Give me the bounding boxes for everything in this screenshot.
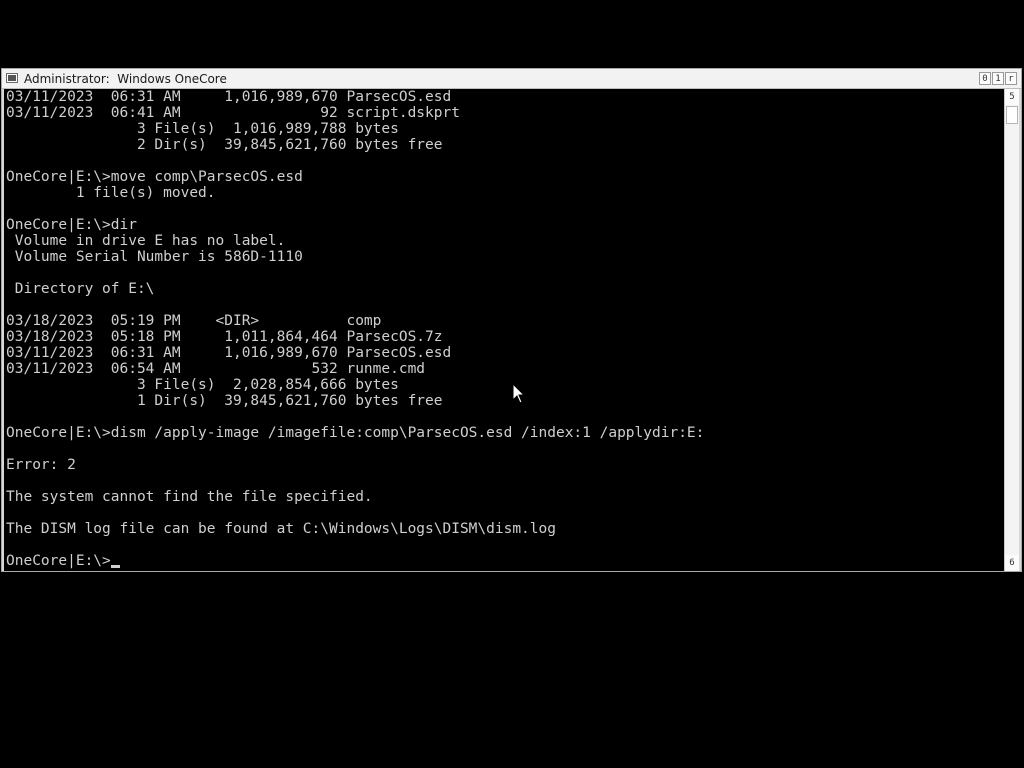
console-line: Directory of E:\ <box>6 281 155 297</box>
console-line: Volume in drive E has no label. <box>6 233 286 249</box>
scroll-thumb[interactable] <box>1006 106 1018 124</box>
console-line: 03/11/2023 06:54 AM 532 runme.cmd <box>6 361 426 377</box>
console-line: 1 file(s) moved. <box>6 185 216 201</box>
console-line: The system cannot find the file specifie… <box>6 489 373 505</box>
close-button[interactable]: r <box>1005 72 1017 85</box>
window-title: Administrator: Windows OneCore <box>24 72 227 86</box>
console-line: 03/11/2023 06:31 AM 1,016,989,670 Parsec… <box>6 345 452 361</box>
console-line: 03/18/2023 05:19 PM <DIR> comp <box>6 313 382 329</box>
console-line: OneCore|E:\>dir <box>6 217 137 233</box>
console-line: OneCore|E:\>move comp\ParsecOS.esd <box>6 169 303 185</box>
minimize-button[interactable]: 0 <box>979 72 991 85</box>
text-cursor <box>110 565 120 568</box>
console-window: Administrator: Windows OneCore 0 1 r 03/… <box>1 68 1022 572</box>
console-line: The DISM log file can be found at C:\Win… <box>6 521 556 537</box>
console-line: 2 Dir(s) 39,845,621,760 bytes free <box>6 137 443 153</box>
mouse-pointer-icon <box>512 383 526 404</box>
maximize-button[interactable]: 1 <box>992 72 1004 85</box>
scroll-up-button[interactable]: 5 <box>1005 89 1019 105</box>
scroll-down-button[interactable]: 6 <box>1005 555 1019 571</box>
console-line: 03/11/2023 06:41 AM 92 script.dskprt <box>6 105 460 121</box>
title-bar[interactable]: Administrator: Windows OneCore 0 1 r <box>2 69 1021 89</box>
vertical-scrollbar[interactable]: 5 6 <box>1004 89 1019 571</box>
console-line: 1 Dir(s) 39,845,621,760 bytes free <box>6 393 443 409</box>
console-line: Volume Serial Number is 586D-1110 <box>6 249 303 265</box>
console-line: OneCore|E:\>dism /apply-image /imagefile… <box>6 425 705 441</box>
console-window-icon[interactable] <box>6 73 18 83</box>
prompt-text: OneCore|E:\> <box>6 553 111 569</box>
console-line: 3 File(s) 1,016,989,788 bytes <box>6 121 399 137</box>
window-controls: 0 1 r <box>979 72 1017 85</box>
console-line: Error: 2 <box>6 457 76 473</box>
console-line: 03/11/2023 06:31 AM 1,016,989,670 Parsec… <box>6 89 452 105</box>
console-output-area[interactable]: 03/11/2023 06:31 AM 1,016,989,670 Parsec… <box>4 89 1005 571</box>
console-line: 03/18/2023 05:18 PM 1,011,864,464 Parsec… <box>6 329 443 345</box>
console-line: 3 File(s) 2,028,854,666 bytes <box>6 377 399 393</box>
command-prompt[interactable]: OneCore|E:\> <box>6 553 120 569</box>
console-text: 03/11/2023 06:31 AM 1,016,989,670 Parsec… <box>6 89 704 553</box>
